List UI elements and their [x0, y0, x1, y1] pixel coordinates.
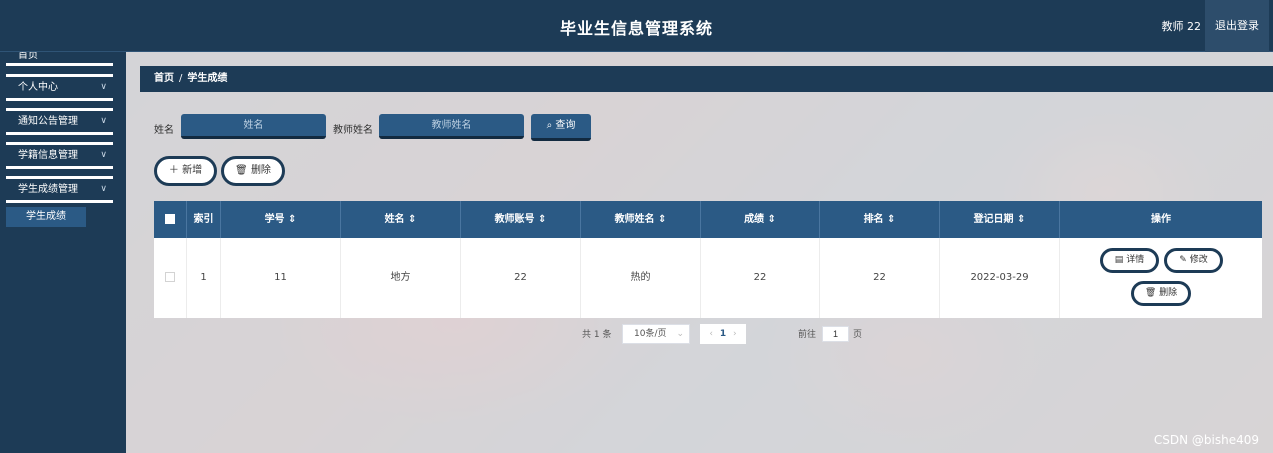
- select-all-checkbox[interactable]: [165, 214, 175, 224]
- trash-icon: 🗑: [1144, 288, 1157, 298]
- page-size-select[interactable]: 10条/页 ⌄: [622, 324, 690, 344]
- edit-icon: ✎: [1179, 255, 1187, 265]
- breadcrumb-separator: /: [179, 73, 183, 84]
- cell-date: 2022-03-29: [940, 238, 1060, 318]
- sidebar-item-label: 学生成绩管理: [18, 184, 78, 195]
- col-score[interactable]: 成绩 ⇕: [701, 201, 820, 238]
- row-checkbox[interactable]: [165, 272, 175, 282]
- search-icon: ⌕: [546, 120, 553, 131]
- col-index: 索引: [187, 201, 221, 238]
- col-name[interactable]: 姓名 ⇕: [341, 201, 461, 238]
- cell-teacher-account: 22: [461, 238, 581, 318]
- sidebar-item-label: 学籍信息管理: [18, 150, 78, 161]
- cell-score: 22: [701, 238, 820, 318]
- goto-label: 前往: [798, 330, 817, 340]
- col-student-id[interactable]: 学号 ⇕: [221, 201, 341, 238]
- breadcrumb-home[interactable]: 首页: [154, 73, 174, 84]
- trash-icon: 🗑: [235, 165, 248, 176]
- chevron-down-icon: ⌄: [676, 329, 684, 339]
- add-button[interactable]: ＋ 新增: [154, 156, 217, 186]
- prev-page-button[interactable]: ‹: [709, 329, 713, 339]
- pagination-total: 共 1 条: [582, 330, 612, 340]
- col-teacher-account[interactable]: 教师账号 ⇕: [461, 201, 581, 238]
- col-teacher-name[interactable]: 教师姓名 ⇕: [581, 201, 701, 238]
- current-user: 教师 22: [1161, 20, 1202, 33]
- chevron-down-icon: ∨: [100, 184, 107, 194]
- breadcrumb-current: 学生成绩: [187, 73, 228, 84]
- query-button-label: 查询: [555, 120, 576, 131]
- detail-button[interactable]: ▤ 详情: [1100, 248, 1159, 273]
- watermark: CSDN @bishe409: [1153, 433, 1259, 447]
- sidebar-item-home[interactable]: 首页: [6, 52, 113, 66]
- cell-teacher-name: 热的: [581, 238, 701, 318]
- next-page-button[interactable]: ›: [733, 329, 737, 339]
- page-word-label: 页: [853, 330, 863, 340]
- row-delete-button-label: 删除: [1159, 288, 1178, 298]
- table-header: 索引 学号 ⇕ 姓名 ⇕ 教师账号 ⇕ 教师姓名 ⇕ 成绩 ⇕ 排名 ⇕ 登记日…: [154, 201, 1262, 238]
- page-size-value: 10条/页: [634, 329, 667, 339]
- logout-button[interactable]: 退出登录: [1205, 0, 1269, 52]
- add-button-label: 新增: [182, 165, 203, 176]
- cell-rank: 22: [820, 238, 940, 318]
- row-select-cell: [154, 238, 187, 318]
- name-search-input[interactable]: [181, 114, 326, 139]
- delete-button-label: 删除: [250, 165, 271, 176]
- cell-actions: ▤ 详情 ✎ 修改 🗑 删除: [1060, 238, 1262, 318]
- query-button[interactable]: ⌕ 查询: [531, 114, 591, 141]
- row-delete-button[interactable]: 🗑 删除: [1131, 281, 1191, 306]
- page-jump-input[interactable]: [822, 326, 849, 342]
- sidebar-subitem-student-scores[interactable]: 学生成绩: [6, 207, 86, 227]
- name-label: 姓名: [154, 125, 174, 136]
- batch-delete-button[interactable]: 🗑 删除: [221, 156, 285, 186]
- edit-button-label: 修改: [1189, 255, 1208, 265]
- sidebar-item-label: 通知公告管理: [18, 116, 78, 127]
- sidebar-item-label: 个人中心: [18, 82, 58, 93]
- col-date[interactable]: 登记日期 ⇕: [940, 201, 1060, 238]
- top-header: 毕业生信息管理系统 教师 22 退出登录: [0, 0, 1273, 52]
- chevron-down-icon: ∨: [100, 82, 107, 92]
- teacher-name-search-input[interactable]: [379, 114, 524, 139]
- edit-button[interactable]: ✎ 修改: [1164, 248, 1223, 273]
- col-actions: 操作: [1151, 214, 1171, 225]
- sidebar-item-personal-center[interactable]: 个人中心 ∨: [6, 74, 113, 101]
- cell-student-id: 11: [221, 238, 341, 318]
- sidebar-item-status-management[interactable]: 学籍信息管理 ∨: [6, 142, 113, 169]
- cell-index: 1: [187, 238, 221, 318]
- col-rank[interactable]: 排名 ⇕: [820, 201, 940, 238]
- sidebar: 首页 个人中心 ∨ 通知公告管理 ∨ 学籍信息管理 ∨ 学生成绩管理 ∨ 学生成…: [0, 52, 126, 453]
- document-icon: ▤: [1114, 255, 1124, 265]
- select-all-cell: [154, 201, 187, 238]
- app-title: 毕业生信息管理系统: [559, 19, 713, 38]
- plus-icon: ＋: [168, 165, 179, 176]
- chevron-down-icon: ∨: [100, 116, 107, 126]
- detail-button-label: 详情: [1126, 255, 1145, 265]
- sidebar-item-score-management[interactable]: 学生成绩管理 ∨: [6, 176, 113, 203]
- breadcrumb: 首页 / 学生成绩: [140, 66, 1273, 92]
- main-content: 首页 / 学生成绩 姓名 教师姓名 ⌕ 查询 ＋ 新增 🗑 删除 索引 学号 ⇕ 姓…: [126, 52, 1273, 453]
- cell-name: 地方: [341, 238, 461, 318]
- chevron-down-icon: ∨: [100, 150, 107, 160]
- scores-table: 索引 学号 ⇕ 姓名 ⇕ 教师账号 ⇕ 教师姓名 ⇕ 成绩 ⇕ 排名 ⇕ 登记日…: [154, 201, 1262, 318]
- page-nav: ‹ 1 ›: [700, 324, 746, 344]
- sidebar-item-notice-management[interactable]: 通知公告管理 ∨: [6, 108, 113, 135]
- teacher-name-label: 教师姓名: [333, 125, 373, 136]
- current-page[interactable]: 1: [720, 329, 726, 339]
